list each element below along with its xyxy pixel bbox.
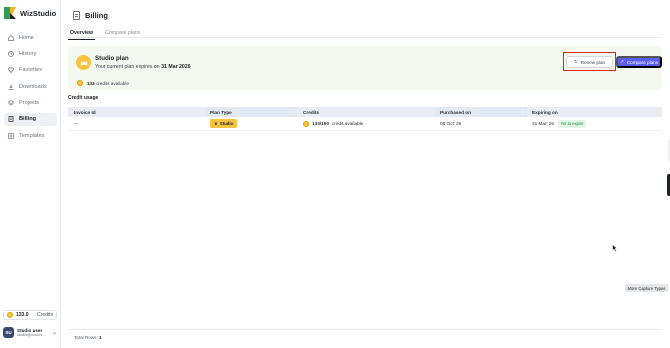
renew-plan-label: Renew plan bbox=[580, 59, 606, 65]
plan-expiry-date: 31 Mar 2026 bbox=[161, 64, 191, 70]
avatar: SU bbox=[3, 327, 14, 338]
expiring-date: 31 Mar' 26 bbox=[532, 121, 555, 126]
plan-expiry-prefix: Your current plan expires on bbox=[95, 64, 160, 70]
sidebar-item-label: Downloads bbox=[19, 83, 47, 90]
page-title: Billing bbox=[85, 11, 108, 20]
heart-icon bbox=[8, 67, 14, 74]
sidebar-item-favorites[interactable]: Favorites bbox=[4, 64, 57, 77]
sidebar-item-label: Templates bbox=[19, 132, 45, 139]
sidebar-item-label: Home bbox=[19, 34, 34, 41]
page-header: Billing bbox=[73, 11, 108, 20]
tab-compare-plans[interactable]: Compare plans bbox=[103, 29, 142, 40]
user-menu[interactable]: SU Studio user studio@xxxxxx... ⌄ bbox=[3, 325, 57, 340]
grid-icon bbox=[8, 133, 14, 139]
cell-expiring-on: 31 Mar' 26 Yet to expire bbox=[527, 119, 662, 128]
cell-invoice-id: --- bbox=[74, 121, 79, 126]
sidebar-item-billing[interactable]: Billing bbox=[4, 112, 57, 126]
chevron-down-icon[interactable]: ⌄ bbox=[52, 329, 57, 336]
coin-icon bbox=[303, 120, 309, 127]
table-footer: Total Rows: 1 bbox=[74, 335, 102, 340]
layers-icon bbox=[7, 100, 15, 106]
capture-types-tooltip[interactable]: More Capture Types bbox=[625, 284, 668, 292]
tabs-divider bbox=[67, 37, 662, 38]
home-icon bbox=[8, 34, 14, 41]
arrow-up-right-icon: ↗ bbox=[619, 59, 624, 64]
sidebar-item-label: Projects bbox=[19, 100, 40, 107]
brand-name: WizStudio bbox=[20, 8, 57, 18]
compare-plans-label: Compare plans bbox=[626, 59, 658, 65]
cell-plan-type: ♛ Studio bbox=[206, 119, 297, 128]
credit-usage-title: Credit usage bbox=[68, 95, 99, 101]
compare-plans-button[interactable]: ↗ Compare plans bbox=[616, 56, 662, 68]
coin-icon bbox=[7, 312, 13, 318]
column-header-purchased-on[interactable]: Purchased on bbox=[435, 107, 527, 117]
sidebar-item-templates[interactable]: Templates bbox=[4, 129, 57, 142]
column-header-invoice-id[interactable]: Invoice Id bbox=[68, 110, 206, 115]
plan-credits: 133 credits available bbox=[77, 80, 129, 86]
sidebar-item-projects[interactable]: Projects bbox=[4, 97, 57, 110]
total-rows-value: 1 bbox=[99, 335, 102, 340]
plan-expiry: Your current plan expires on 31 Mar 2026 bbox=[95, 64, 191, 70]
sidebar-item-history[interactable]: History bbox=[4, 47, 57, 60]
credit-usage-table: Invoice Id Plan Type Credits Purchased o… bbox=[68, 107, 662, 131]
download-icon bbox=[8, 84, 14, 90]
column-header-credits[interactable]: Credits bbox=[297, 110, 435, 115]
user-email: studio@xxxxxx... bbox=[17, 332, 46, 337]
brand[interactable]: WizStudio bbox=[4, 7, 56, 19]
table-header: Invoice Id Plan Type Credits Purchased o… bbox=[68, 107, 662, 117]
crown-icon: ♛ bbox=[214, 120, 218, 126]
refresh-icon: ↻ bbox=[573, 59, 578, 64]
table-row[interactable]: --- ♛ Studio 133/150 credit available 08… bbox=[68, 117, 662, 131]
cell-credits: 133/150 credit available bbox=[297, 120, 435, 127]
credits-value: 133.0 bbox=[16, 312, 29, 318]
sidebar-item-label: History bbox=[19, 50, 37, 57]
wizstudio-logo-icon bbox=[4, 7, 16, 19]
sidebar-nav: Home History Favorites Downloads Project… bbox=[4, 31, 57, 146]
plan-type-label: Studio bbox=[219, 121, 234, 126]
footer-divider bbox=[68, 329, 662, 330]
sidebar-item-home[interactable]: Home bbox=[4, 31, 57, 44]
credits-ratio: 133/150 bbox=[312, 121, 329, 126]
renew-plan-button[interactable]: ↻ Renew plan bbox=[566, 56, 613, 68]
credits-box[interactable]: 133.0 Credits bbox=[3, 310, 57, 320]
billing-icon bbox=[73, 11, 80, 20]
user-meta: Studio user studio@xxxxxx... bbox=[17, 328, 46, 338]
credits-label: Credits bbox=[37, 312, 53, 318]
billing-icon bbox=[8, 116, 14, 123]
tab-overview[interactable]: Overview bbox=[68, 29, 96, 40]
main-content: Billing Overview Compare plans Studio pl… bbox=[61, 0, 670, 348]
plan-credits-suffix: credits available bbox=[95, 80, 129, 86]
credits-suffix: credit available bbox=[331, 121, 364, 126]
crown-icon bbox=[76, 55, 91, 70]
cell-purchased-on: 08 Oct' 25 bbox=[440, 121, 462, 126]
sidebar-item-label: Favorites bbox=[19, 67, 43, 74]
sidebar: WizStudio Home History Favorites Downloa… bbox=[0, 0, 61, 348]
plan-card: Studio plan Your current plan expires on… bbox=[68, 46, 662, 90]
plan-type-badge: ♛ Studio bbox=[210, 119, 238, 128]
plan-title: Studio plan bbox=[95, 55, 129, 62]
sidebar-item-label: Billing bbox=[19, 116, 37, 123]
plan-credits-count: 133 bbox=[87, 80, 95, 86]
mouse-cursor-icon bbox=[612, 244, 618, 252]
status-badge: Yet to expire bbox=[558, 119, 587, 128]
tabs: Overview Compare plans bbox=[68, 29, 142, 40]
sidebar-item-downloads[interactable]: Downloads bbox=[4, 80, 57, 93]
column-header-plan-type[interactable]: Plan Type bbox=[206, 107, 297, 117]
column-header-expiring-on[interactable]: Expiring on bbox=[527, 110, 662, 115]
coin-icon bbox=[77, 80, 83, 86]
history-icon bbox=[8, 51, 14, 57]
total-rows-label: Total Rows: bbox=[74, 335, 98, 340]
